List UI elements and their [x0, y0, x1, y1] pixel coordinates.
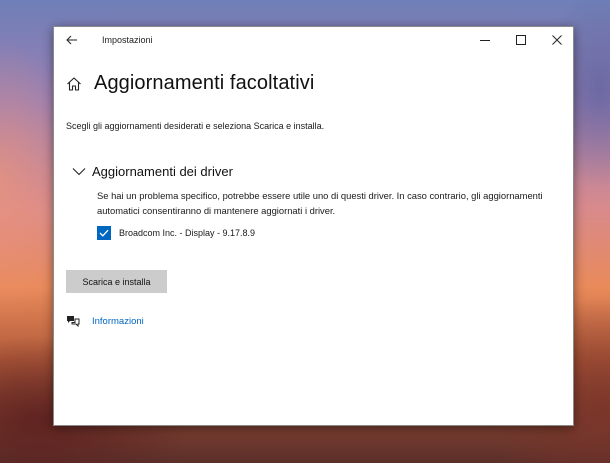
info-link-row[interactable]: Informazioni	[66, 315, 144, 327]
settings-window: Impostazioni Aggiornamenti facoltativi S…	[53, 26, 574, 426]
minimize-button[interactable]	[467, 27, 503, 53]
minimize-icon	[480, 40, 490, 41]
back-button[interactable]	[62, 31, 82, 49]
download-install-button[interactable]: Scarica e installa	[66, 270, 167, 293]
title-bar: Impostazioni	[54, 27, 573, 54]
page-title: Aggiornamenti facoltativi	[94, 72, 315, 94]
arrow-left-icon	[66, 35, 77, 45]
driver-checkbox[interactable]	[97, 226, 111, 240]
home-icon[interactable]	[66, 75, 84, 93]
page-header: Aggiornamenti facoltativi	[66, 72, 314, 95]
chevron-down-icon	[72, 167, 86, 177]
driver-item: Broadcom Inc. - Display - 9.17.8.9	[97, 226, 255, 240]
checkmark-icon	[99, 229, 109, 237]
chat-bubbles-icon	[66, 315, 80, 327]
info-link[interactable]: Informazioni	[92, 316, 144, 327]
section-description: Se hai un problema specifico, potrebbe e…	[97, 190, 543, 216]
driver-updates-toggle[interactable]: Aggiornamenti dei driver	[72, 164, 233, 179]
maximize-icon	[516, 35, 526, 45]
close-icon	[552, 35, 562, 45]
window-title: Impostazioni	[102, 35, 153, 45]
section-title: Aggiornamenti dei driver	[92, 164, 233, 179]
page-description: Scegli gli aggiornamenti desiderati e se…	[66, 121, 325, 131]
maximize-button[interactable]	[503, 27, 539, 53]
close-button[interactable]	[539, 27, 575, 53]
driver-label: Broadcom Inc. - Display - 9.17.8.9	[119, 228, 256, 238]
